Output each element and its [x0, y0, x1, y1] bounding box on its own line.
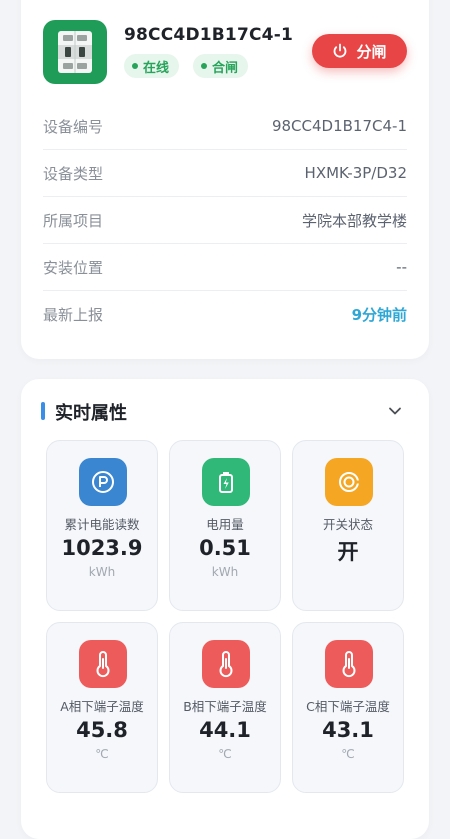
- device-card: 98CC4D1B17C4-1 在线 合闸 分闸 设备编号 98CC4D1B17C…: [21, 0, 429, 359]
- open-breaker-label: 分闸: [356, 42, 387, 61]
- tile-unit: ℃: [341, 747, 355, 761]
- tile-value: 开: [337, 540, 359, 564]
- status-dot: [132, 63, 138, 69]
- tile-value: 44.1: [199, 718, 251, 742]
- open-breaker-button[interactable]: 分闸: [312, 34, 407, 68]
- tile-unit: ℃: [95, 747, 109, 761]
- tile-label: 开关状态: [322, 517, 373, 532]
- tile-phase-c-temperature[interactable]: C相下端子温度 43.1 ℃: [292, 622, 404, 793]
- tile-value: 1023.9: [61, 536, 143, 560]
- tile-value: 0.51: [199, 536, 251, 560]
- section-title: 实时属性: [55, 403, 127, 424]
- tile-energy-reading[interactable]: 累计电能读数 1023.9 kWh: [46, 440, 158, 611]
- switch-status-label: 合闸: [212, 60, 239, 76]
- tile-phase-a-temperature[interactable]: A相下端子温度 45.8 ℃: [46, 622, 158, 793]
- info-value: 98CC4D1B17C4-1: [271, 117, 407, 135]
- info-value: HXMK-3P/D32: [304, 164, 407, 182]
- device-name: 98CC4D1B17C4-1: [124, 25, 293, 45]
- circuit-breaker-icon: [43, 20, 107, 84]
- online-status-badge: 在线: [124, 54, 180, 78]
- thermometer-icon: [202, 640, 250, 688]
- tile-label: B相下端子温度: [183, 699, 267, 714]
- info-value: 9分钟前: [351, 306, 407, 324]
- tile-phase-b-temperature[interactable]: B相下端子温度 44.1 ℃: [169, 622, 281, 793]
- info-label: 最新上报: [43, 306, 104, 324]
- info-label: 所属项目: [43, 211, 104, 230]
- chevron-down-icon[interactable]: [388, 403, 402, 422]
- info-label: 设备类型: [43, 164, 104, 183]
- switch-status-icon: [325, 458, 373, 506]
- thermometer-icon: [325, 640, 373, 688]
- tile-unit: kWh: [211, 565, 239, 579]
- info-value: 学院本部教学楼: [301, 211, 407, 230]
- info-row-location: 安装位置 --: [43, 244, 407, 291]
- info-row-project: 所属项目 学院本部教学楼: [43, 197, 407, 244]
- tile-power-usage[interactable]: 电用量 0.51 kWh: [169, 440, 281, 611]
- tile-label: C相下端子温度: [306, 699, 390, 714]
- tile-label: 累计电能读数: [64, 517, 140, 532]
- info-row-last-report: 最新上报 9分钟前: [43, 291, 407, 338]
- info-row-device-id: 设备编号 98CC4D1B17C4-1: [43, 103, 407, 150]
- power-icon: [332, 43, 348, 59]
- battery-charge-icon: [202, 458, 250, 506]
- tile-value: 43.1: [322, 718, 374, 742]
- info-row-device-type: 设备类型 HXMK-3P/D32: [43, 150, 407, 197]
- thermometer-icon: [79, 640, 127, 688]
- info-label: 设备编号: [43, 117, 104, 136]
- status-dot: [201, 63, 207, 69]
- tile-label: 电用量: [206, 517, 244, 532]
- power-meter-icon: [79, 458, 127, 506]
- tile-label: A相下端子温度: [60, 699, 144, 714]
- tile-unit: ℃: [218, 747, 232, 761]
- tile-value: 45.8: [76, 718, 128, 742]
- online-status-label: 在线: [143, 60, 170, 76]
- tile-switch-status[interactable]: 开关状态 开: [292, 440, 404, 611]
- section-accent-bar: [41, 402, 45, 420]
- switch-status-badge: 合闸: [193, 54, 249, 78]
- info-value: --: [396, 258, 407, 276]
- info-label: 安装位置: [43, 258, 104, 277]
- realtime-properties-card: 实时属性 累计电能读数 1023.9 kWh 电用量 0.51 kWh 开关状态…: [21, 379, 429, 839]
- tile-unit: kWh: [88, 565, 116, 579]
